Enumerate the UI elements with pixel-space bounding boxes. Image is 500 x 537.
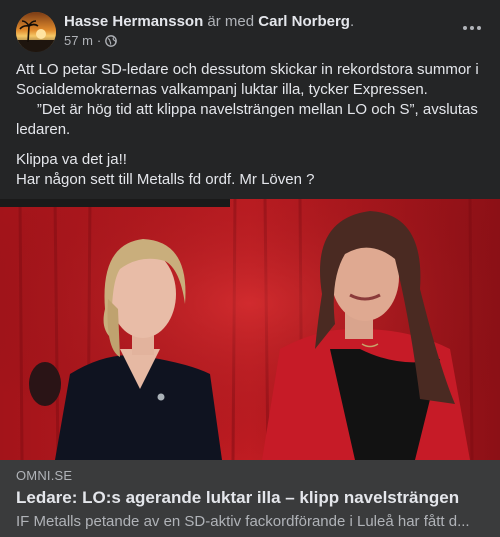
with-text: är med	[207, 13, 255, 30]
link-preview[interactable]: OMNI.SE Ledare: LO:s agerande luktar ill…	[0, 460, 500, 537]
post-header-line: Hasse Hermansson är med Carl Norberg.	[64, 12, 354, 32]
post-header: Hasse Hermansson är med Carl Norberg. 57…	[0, 0, 500, 56]
link-preview-image[interactable]	[0, 199, 500, 460]
more-options-icon[interactable]	[458, 18, 486, 38]
author-name[interactable]: Hasse Hermansson	[64, 13, 203, 30]
tagged-name[interactable]: Carl Norberg	[258, 13, 350, 30]
meta-separator: ·	[96, 33, 102, 48]
globe-icon[interactable]	[105, 34, 118, 47]
post-text-line: ”Det är hög tid att klippa navelsträngen…	[16, 101, 478, 138]
post-text: Att LO petar SD-ledare och dessutom skic…	[16, 60, 486, 190]
post-comment-line: Klippa va det ja!!	[16, 151, 127, 168]
link-title[interactable]: Ledare: LO:s agerande luktar illa – klip…	[16, 487, 459, 509]
post-timestamp[interactable]: 57 m	[64, 33, 93, 48]
post-comment-line: Har någon sett till Metalls fd ordf. Mr …	[16, 171, 315, 188]
tagged-suffix: .	[349, 13, 355, 30]
post-meta: 57 m ·	[64, 33, 118, 48]
avatar[interactable]	[16, 12, 56, 52]
post-text-line: Att LO petar SD-ledare och dessutom skic…	[16, 61, 479, 98]
link-description: IF Metalls petande av en SD-aktiv fackor…	[16, 513, 470, 530]
link-domain: OMNI.SE	[16, 468, 73, 483]
